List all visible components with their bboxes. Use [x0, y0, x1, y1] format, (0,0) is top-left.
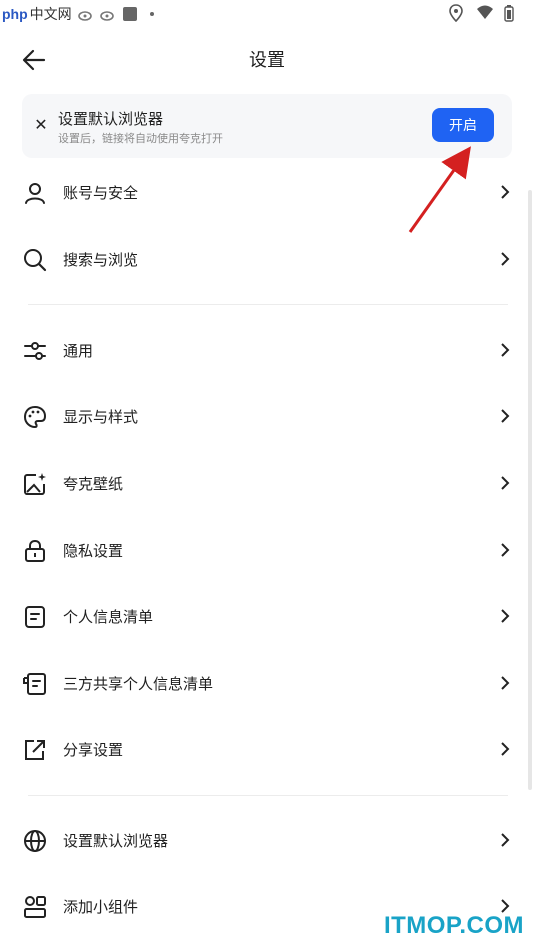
notification-dot-icon [144, 6, 160, 22]
wifi-icon [476, 4, 493, 20]
status-right [448, 4, 520, 23]
palette-icon [23, 405, 47, 429]
location-icon [448, 4, 464, 23]
close-icon[interactable]: ✕ [30, 114, 52, 136]
globe-icon [24, 830, 46, 852]
menu-item-label: 通用 [63, 342, 94, 360]
weibo-icon [99, 6, 116, 22]
lock-icon [25, 539, 45, 562]
menu-item-label: 添加小组件 [63, 898, 139, 916]
document-icon [25, 606, 45, 628]
chevron-right-icon [501, 185, 510, 199]
wallpaper-icon [24, 473, 46, 495]
battery-icon [504, 4, 520, 22]
status-left: php 中文网 [0, 0, 160, 28]
page-title: 设置 [249, 50, 285, 71]
menu-item-account-security[interactable]: 账号与安全 [0, 162, 534, 222]
banner-subtitle: 设置后，链接将自动使用夸克打开 [58, 132, 223, 145]
scrollbar[interactable] [528, 190, 532, 790]
menu-item-label: 隐私设置 [63, 542, 124, 560]
menu-item-general[interactable]: 通用 [0, 320, 534, 380]
site-watermark-logo: php [2, 6, 28, 22]
chevron-right-icon [501, 543, 510, 557]
menu-item-label: 显示与样式 [63, 408, 139, 426]
section-divider [28, 795, 508, 796]
app-square-icon [122, 6, 138, 22]
site-watermark: ITMOP.COM [383, 912, 524, 939]
menu-item-personal-info-list[interactable]: 个人信息清单 [0, 586, 534, 646]
menu-item-privacy[interactable]: 隐私设置 [0, 520, 534, 580]
enable-button[interactable]: 开启 [432, 108, 494, 142]
menu-item-label: 搜索与浏览 [63, 251, 139, 269]
section-divider [28, 304, 508, 305]
menu-item-default-browser[interactable]: 设置默认浏览器 [0, 810, 534, 870]
menu-item-label: 三方共享个人信息清单 [63, 675, 214, 693]
menu-item-label: 个人信息清单 [63, 608, 154, 626]
chevron-right-icon [501, 252, 510, 266]
banner-title: 设置默认浏览器 [58, 110, 164, 128]
widget-icon [24, 896, 46, 918]
chevron-right-icon [501, 833, 510, 847]
menu-item-third-party-info-list[interactable]: 三方共享个人信息清单 [0, 653, 534, 713]
sliders-icon [24, 342, 46, 360]
header: 设置 [0, 32, 534, 88]
status-bar: php 中文网 [0, 0, 534, 28]
menu-item-label: 设置默认浏览器 [63, 832, 169, 850]
shared-document-icon [23, 673, 46, 695]
chevron-right-icon [501, 343, 510, 357]
menu-item-label: 分享设置 [63, 741, 124, 759]
menu-item-label: 账号与安全 [63, 184, 139, 202]
chevron-right-icon [501, 476, 510, 490]
chevron-right-icon [501, 742, 510, 756]
menu-item-search-browse[interactable]: 搜索与浏览 [0, 229, 534, 289]
menu-item-label: 夸克壁纸 [63, 475, 124, 493]
menu-item-wallpaper[interactable]: 夸克壁纸 [0, 453, 534, 513]
share-icon [25, 740, 45, 760]
menu-item-display-style[interactable]: 显示与样式 [0, 386, 534, 446]
chevron-right-icon [501, 609, 510, 623]
weibo-icon [77, 6, 94, 22]
site-watermark-text: 中文网 [29, 7, 72, 23]
chevron-right-icon [501, 676, 510, 690]
menu-item-share-settings[interactable]: 分享设置 [0, 719, 534, 779]
chevron-right-icon [501, 409, 510, 423]
search-icon [24, 249, 47, 272]
user-icon [25, 183, 45, 204]
